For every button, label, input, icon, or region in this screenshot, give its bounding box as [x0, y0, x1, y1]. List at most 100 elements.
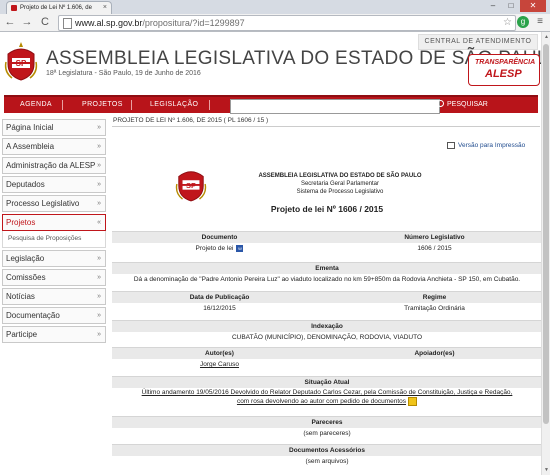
- sidebar-item-comissoes[interactable]: Comissões»: [2, 269, 106, 286]
- chevron-down-icon: »: [97, 255, 101, 262]
- back-button[interactable]: ←: [3, 15, 17, 29]
- data-publicacao-header: Data de Publicação: [189, 294, 250, 301]
- data-publicacao-value: 16/12/2015: [203, 305, 236, 312]
- svg-text:SP: SP: [186, 181, 196, 190]
- sidebar-item-pagina-inicial[interactable]: Página Inicial»: [2, 119, 106, 136]
- apoiadores-header: Apoiador(es): [414, 350, 455, 357]
- regime-value: Tramitação Ordinária: [404, 305, 465, 312]
- sidebar-item-projetos[interactable]: Projetos «: [2, 214, 106, 231]
- main-nav-bar: AGENDA PROJETOS LEGISLAÇÃO PESQUISAR: [4, 95, 538, 114]
- regime-header: Regime: [422, 294, 447, 301]
- forward-button[interactable]: →: [20, 15, 34, 29]
- chevron-down-icon: »: [97, 200, 101, 207]
- window-minimize-button[interactable]: –: [484, 0, 502, 12]
- address-bar[interactable]: www.al.sp.gov.br/propositura/?id=1299897…: [58, 15, 516, 31]
- scroll-up-arrow-icon[interactable]: ▲: [542, 32, 550, 42]
- situacao-value-line-2[interactable]: com rosa devolvendo ao autor com pedido …: [112, 397, 541, 407]
- document-file-icon[interactable]: W: [236, 244, 244, 252]
- printer-icon: [447, 142, 455, 149]
- browser-tab-bar: Projeto de Lei Nº 1.606, de × – □ ✕: [0, 0, 550, 15]
- window-close-button[interactable]: ✕: [520, 0, 546, 12]
- document-header: ASSEMBLEIA LEGISLATIVA DO ESTADO DE SÃO …: [210, 172, 470, 196]
- documentos-acessorios-header: Documentos Acessórios: [112, 444, 541, 456]
- window-maximize-button[interactable]: □: [502, 0, 520, 12]
- chevron-down-icon: »: [97, 143, 101, 150]
- document-header-line-2: Secretaria Geral Parlamentar: [300, 181, 380, 187]
- bookmark-star-icon[interactable]: ☆: [503, 16, 512, 30]
- documento-header: Documento: [201, 234, 238, 241]
- chevron-down-icon: »: [97, 124, 101, 131]
- search-icon: [437, 99, 444, 107]
- chevron-down-icon: »: [97, 274, 101, 281]
- ementa-value: Dá a denominação de "Padre Antonio Perei…: [133, 276, 521, 283]
- autor-link[interactable]: Jorge Caruso: [112, 359, 327, 371]
- project-title: Projeto de lei Nº 1606 / 2015: [270, 204, 384, 214]
- documento-section: Documento Número Legislativo Projeto de l…: [112, 231, 541, 255]
- nav-divider: [131, 100, 132, 110]
- web-page: CENTRAL DE ATENDIMENTO SP ASSEMBLEIA LEG…: [0, 32, 541, 475]
- sidebar-item-a-assembleia[interactable]: A Assembleia»: [2, 138, 106, 155]
- chevron-up-icon: «: [97, 219, 101, 226]
- document-header-line-1: ASSEMBLEIA LEGISLATIVA DO ESTADO DE SÃO …: [258, 173, 422, 179]
- sidebar-item-participe[interactable]: Participe»: [2, 326, 106, 343]
- transparencia-alesp-link[interactable]: TRANSPARÊNCIA ALESP: [468, 54, 540, 86]
- documento-value: Projeto de lei W: [195, 244, 244, 252]
- browser-tab[interactable]: Projeto de Lei Nº 1.606, de ×: [6, 1, 112, 15]
- sidebar-item-documentacao[interactable]: Documentação»: [2, 307, 106, 324]
- search-input[interactable]: [230, 99, 440, 114]
- autores-header: Autor(es): [205, 350, 234, 357]
- tab-close-icon[interactable]: ×: [103, 2, 107, 14]
- indexacao-value: CUBATÃO (MUNICÍPIO), DENOMINAÇÃO, RODOVI…: [231, 334, 423, 341]
- sidebar-item-processo-legislativo[interactable]: Processo Legislativo»: [2, 195, 106, 212]
- browser-menu-icon[interactable]: ≡: [534, 15, 546, 29]
- svg-text:SP: SP: [16, 59, 27, 68]
- url-text: www.al.sp.gov.br/propositura/?id=1299897: [75, 18, 245, 28]
- document-coat-of-arms-icon: SP: [175, 171, 207, 202]
- pareceres-section: Pareceres (sem pareceres): [112, 416, 541, 440]
- pareceres-header: Pareceres: [112, 416, 541, 428]
- ementa-section: Ementa Dá a denominação de "Padre Antoni…: [112, 262, 541, 286]
- site-subtitle: 18ª Legislatura - São Paulo, 19 de Junho…: [46, 70, 201, 77]
- sidebar-item-deputados[interactable]: Deputados»: [2, 176, 106, 193]
- publicacao-section: Data de Publicação Regime 16/12/2015 Trami…: [112, 291, 541, 315]
- documentos-acessorios-value: (sem arquivos): [305, 458, 349, 465]
- pareceres-value: (sem pareceres): [303, 430, 351, 437]
- indexacao-header: Indexação: [112, 320, 541, 332]
- sidebar-item-administracao[interactable]: Administração da ALESP»: [2, 157, 106, 174]
- nav-projetos[interactable]: PROJETOS: [82, 97, 123, 113]
- reload-button[interactable]: C: [38, 15, 52, 29]
- scroll-down-arrow-icon[interactable]: ▼: [542, 465, 550, 475]
- nav-agenda[interactable]: AGENDA: [20, 97, 52, 113]
- page-scrollbar[interactable]: ▲ ▼: [541, 32, 550, 475]
- print-version-link[interactable]: Versão para Impressão: [447, 142, 525, 149]
- scrollbar-thumb[interactable]: [543, 44, 549, 424]
- chevron-down-icon: »: [97, 331, 101, 338]
- sidebar-item-noticias[interactable]: Notícias»: [2, 288, 106, 305]
- nav-divider: [62, 100, 63, 110]
- tab-title: Projeto de Lei Nº 1.606, de: [20, 5, 92, 11]
- chevron-down-icon: »: [97, 293, 101, 300]
- sidebar-subitem-pesquisa-proposicoes[interactable]: Pesquisa de Proposições: [2, 231, 106, 248]
- documentos-acessorios-section: Documentos Acessórios (sem arquivos): [112, 444, 541, 468]
- pdf-document-icon[interactable]: [408, 397, 418, 406]
- apoiadores-value: [327, 359, 541, 371]
- document-header-line-3: Sistema de Processo Legislativo: [296, 189, 384, 195]
- nav-legislacao[interactable]: LEGISLAÇÃO: [150, 97, 198, 113]
- search-button[interactable]: PESQUISAR: [437, 97, 488, 113]
- site-title: ASSEMBLEIA LEGISLATIVA DO ESTADO DE SÃO …: [46, 48, 541, 69]
- situacao-header: Situação Atual: [112, 376, 541, 388]
- numero-value: 1606 / 2015: [417, 245, 452, 252]
- numero-header: Número Legislativo: [404, 234, 465, 241]
- chevron-down-icon: »: [97, 312, 101, 319]
- breadcrumb: PROJETO DE LEI Nº 1.606, DE 2015 ( PL 16…: [113, 117, 269, 124]
- breadcrumb-divider: [112, 126, 540, 127]
- alesp-coat-of-arms-logo[interactable]: SP: [4, 42, 38, 82]
- indexacao-section: Indexação CUBATÃO (MUNICÍPIO), DENOMINAÇ…: [112, 320, 541, 344]
- extension-icon[interactable]: g: [517, 16, 529, 28]
- situacao-section: Situação Atual Último andamento 19/05/20…: [112, 376, 541, 407]
- chevron-down-icon: »: [97, 162, 101, 169]
- situacao-value-line-1[interactable]: Último andamento 19/05/2016 Devolvido do…: [112, 388, 541, 397]
- ementa-header: Ementa: [112, 262, 541, 274]
- page-icon: [63, 18, 72, 29]
- sidebar-item-legislacao[interactable]: Legislação»: [2, 250, 106, 267]
